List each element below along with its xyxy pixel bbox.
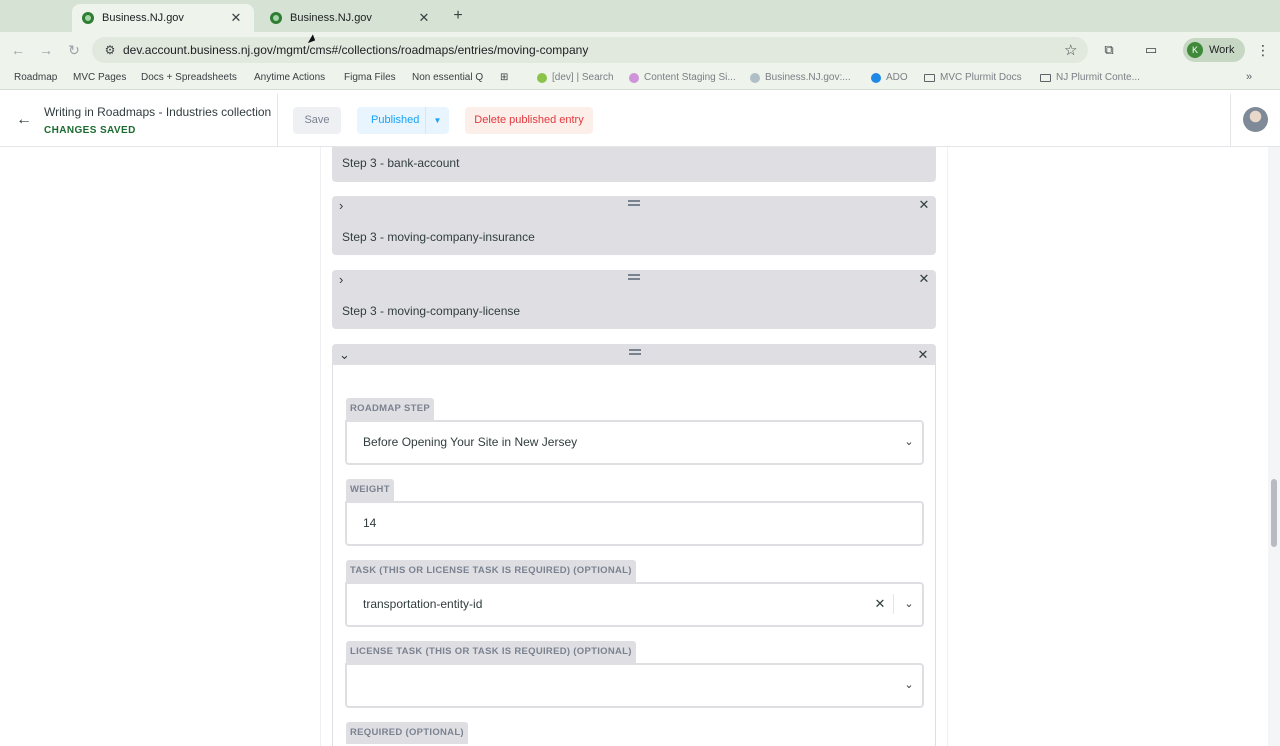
license-task-label: LICENSE TASK (THIS OR TASK IS REQUIRED) … bbox=[346, 641, 636, 663]
chevron-down-icon[interactable]: ⌄ bbox=[902, 435, 916, 449]
divider bbox=[893, 594, 894, 614]
list-item-toolbar: ⌄ ✕ bbox=[333, 345, 935, 365]
browser-toolbar: ← → ↻ ⚙ dev.account.business.nj.gov/mgmt… bbox=[0, 32, 1280, 68]
task-select[interactable]: transportation-entity-id ✕ ⌄ bbox=[345, 582, 924, 627]
bookmark-item[interactable]: Content Staging Si... bbox=[629, 72, 736, 83]
bookmark-star-icon[interactable]: ☆ bbox=[1064, 41, 1077, 59]
chevron-down-icon[interactable]: ⌄ bbox=[339, 348, 351, 361]
more-bookmarks-icon[interactable]: » bbox=[1246, 71, 1252, 83]
favicon-icon bbox=[750, 72, 760, 83]
roadmap-step-value: Before Opening Your Site in New Jersey bbox=[363, 435, 578, 449]
divider bbox=[947, 147, 948, 746]
url-text: dev.account.business.nj.gov/mgmt/cms#/co… bbox=[123, 43, 589, 57]
cms-editor-header: ← Writing in Roadmaps - Industries colle… bbox=[0, 94, 1280, 147]
bookmark-folder[interactable]: NJ Plurmit Conte... bbox=[1040, 72, 1140, 83]
bookmark-item[interactable]: Docs + Spreadsheets bbox=[141, 72, 237, 83]
save-button[interactable]: Save bbox=[293, 107, 341, 134]
roadmap-step-label: ROADMAP STEP bbox=[346, 398, 434, 420]
bookmarks-bar: Roadmap MVC Pages Docs + Spreadsheets An… bbox=[0, 68, 1280, 90]
reading-mode-icon[interactable]: ▭ bbox=[1143, 42, 1159, 58]
forward-arrow-icon[interactable]: → bbox=[36, 40, 56, 60]
bookmark-item[interactable]: [dev] | Search bbox=[537, 72, 614, 83]
divider bbox=[1230, 94, 1231, 147]
business-nj-favicon-icon bbox=[270, 12, 282, 24]
browser-tab-active[interactable]: Business.NJ.gov ✕ bbox=[72, 4, 254, 32]
back-arrow-icon[interactable]: ← bbox=[8, 40, 28, 60]
business-nj-favicon-icon bbox=[82, 12, 94, 24]
required-label: REQUIRED (OPTIONAL) bbox=[346, 722, 468, 744]
drag-handle-icon[interactable] bbox=[628, 274, 640, 280]
favicon-icon bbox=[629, 72, 639, 83]
status-badge: CHANGES SAVED bbox=[44, 125, 136, 136]
editor-control-pane: Step 3 - bank-account › ✕ Step 3 - movin… bbox=[0, 147, 1280, 746]
drag-handle-icon[interactable] bbox=[628, 200, 640, 206]
folder-icon bbox=[1040, 73, 1051, 82]
browser-tab[interactable]: Business.NJ.gov ✕ bbox=[260, 4, 442, 32]
favicon-icon bbox=[537, 72, 547, 83]
extensions-puzzle-icon[interactable]: ⧉ bbox=[1101, 42, 1117, 58]
bookmark-item[interactable]: Roadmap bbox=[14, 72, 57, 83]
license-task-select[interactable]: ⌄ bbox=[345, 663, 924, 708]
ado-icon bbox=[871, 72, 881, 83]
chevron-down-icon[interactable]: ⌄ bbox=[902, 678, 916, 692]
task-value: transportation-entity-id bbox=[363, 597, 483, 611]
divider bbox=[277, 94, 278, 147]
list-item[interactable]: › ✕ Step 3 - moving-company-license bbox=[332, 270, 936, 329]
list-item-label: Step 3 - moving-company-insurance bbox=[342, 230, 535, 244]
folder-icon bbox=[924, 73, 935, 82]
apps-grid-icon[interactable]: ⊞ bbox=[500, 72, 508, 83]
weight-input[interactable]: 14 bbox=[345, 501, 924, 546]
avatar[interactable] bbox=[1243, 107, 1268, 132]
expanded-list-item: ⌄ ✕ ROADMAP STEP Before Opening Your Sit… bbox=[332, 344, 936, 746]
browser-tabstrip: Business.NJ.gov ✕ Business.NJ.gov ✕ + bbox=[0, 0, 1280, 32]
task-label: TASK (THIS OR LICENSE TASK IS REQUIRED) … bbox=[346, 560, 636, 582]
tab-title: Business.NJ.gov bbox=[290, 12, 372, 24]
published-label: Published bbox=[371, 114, 420, 126]
weight-value: 14 bbox=[363, 516, 377, 530]
close-icon[interactable]: ✕ bbox=[918, 272, 930, 286]
new-tab-plus-icon[interactable]: + bbox=[448, 6, 468, 26]
chevron-right-icon[interactable]: › bbox=[339, 199, 351, 212]
published-dropdown-button[interactable]: Published ▼ bbox=[357, 107, 449, 134]
weight-label: WEIGHT bbox=[346, 479, 394, 501]
bookmark-item[interactable]: Anytime Actions bbox=[254, 72, 325, 83]
tab-title: Business.NJ.gov bbox=[102, 12, 184, 24]
profile-button[interactable]: K Work bbox=[1183, 38, 1245, 62]
chevron-right-icon[interactable]: › bbox=[339, 273, 351, 286]
divider bbox=[320, 147, 321, 746]
profile-label: Work bbox=[1209, 44, 1235, 56]
list-item-label: Step 3 - bank-account bbox=[342, 156, 460, 170]
bookmark-item[interactable]: Business.NJ.gov:... bbox=[750, 72, 851, 83]
site-settings-icon[interactable]: ⚙ bbox=[102, 42, 118, 58]
list-item-label: Step 3 - moving-company-license bbox=[342, 304, 521, 318]
bookmark-item[interactable]: MVC Pages bbox=[73, 72, 126, 83]
profile-initial-avatar: K bbox=[1187, 42, 1203, 58]
bookmark-item[interactable]: ADO bbox=[871, 72, 908, 83]
back-arrow-icon[interactable]: ← bbox=[14, 110, 34, 130]
roadmap-step-select[interactable]: Before Opening Your Site in New Jersey ⌄ bbox=[345, 420, 924, 465]
address-bar[interactable]: ⚙ dev.account.business.nj.gov/mgmt/cms#/… bbox=[92, 37, 1088, 63]
chevron-down-icon[interactable]: ⌄ bbox=[902, 597, 916, 611]
list-item[interactable]: Step 3 - bank-account bbox=[332, 147, 936, 182]
close-icon[interactable]: ✕ bbox=[917, 348, 929, 362]
caret-down-icon[interactable]: ▼ bbox=[425, 107, 449, 134]
bookmark-item[interactable]: Non essential Q bbox=[412, 72, 483, 83]
clear-icon[interactable]: ✕ bbox=[874, 596, 886, 612]
delete-published-entry-button[interactable]: Delete published entry bbox=[465, 107, 593, 134]
entry-title: Writing in Roadmaps - Industries collect… bbox=[44, 105, 272, 119]
close-icon[interactable]: ✕ bbox=[416, 10, 432, 26]
bookmark-item[interactable]: Figma Files bbox=[344, 72, 396, 83]
browser-menu-icon[interactable]: ⋮ bbox=[1256, 40, 1270, 60]
drag-handle-icon[interactable] bbox=[629, 349, 641, 355]
scrollbar-thumb[interactable] bbox=[1271, 479, 1277, 547]
bookmark-folder[interactable]: MVC Plurmit Docs bbox=[924, 72, 1022, 83]
close-icon[interactable]: ✕ bbox=[228, 10, 244, 26]
list-item[interactable]: › ✕ Step 3 - moving-company-insurance bbox=[332, 196, 936, 255]
close-icon[interactable]: ✕ bbox=[918, 198, 930, 212]
scrollbar[interactable] bbox=[1268, 147, 1280, 746]
reload-icon[interactable]: ↻ bbox=[64, 40, 84, 60]
